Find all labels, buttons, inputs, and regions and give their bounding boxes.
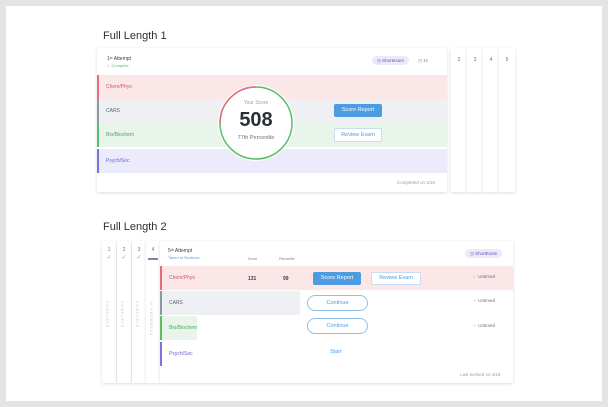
attempt-tab-3[interactable]: 3 <box>467 48 483 192</box>
last-worked-date: Last worked on 4/18 <box>460 372 501 377</box>
attempt-tab-status: COMPLETE <box>120 301 124 329</box>
review-exam-button[interactable]: Review Exam <box>334 128 382 142</box>
infinity-icon: ∞ <box>473 298 477 303</box>
check-icon: ✓ <box>106 255 112 261</box>
untimed-indicator: ∞ Untimed <box>473 323 495 328</box>
completed-date: Completed on 3/18 <box>397 180 436 185</box>
infinity-icon: ∞ <box>473 323 477 328</box>
attempt-label: 5ᵗʰ Attempt <box>168 248 193 254</box>
column-header-score: Score <box>248 257 258 261</box>
attempt-tab-status: COMPLETE <box>135 301 139 329</box>
start-button[interactable]: Start <box>330 349 342 355</box>
untimed-indicator: ∞ Untimed <box>473 274 495 279</box>
time-indicator: ◷ 1s <box>418 58 428 63</box>
check-icon: ✓ <box>136 255 142 261</box>
attempt-tab-number: 1 <box>107 247 111 253</box>
chem-score-value: 131 <box>248 276 257 282</box>
section-row-bio-biochem: Bio/Biochem <box>160 316 197 340</box>
attempt-tab-3[interactable]: 3 ✓ COMPLETE <box>132 241 146 383</box>
chem-percentile-value: 99 <box>283 276 289 282</box>
attempt-tab-status: COMPLETE <box>105 301 109 329</box>
score-report-button[interactable]: Score Report <box>313 272 361 285</box>
score-value: 508 <box>239 109 273 131</box>
score-report-button[interactable]: Score Report <box>334 104 382 117</box>
section-row-psych-soc: Psych/Soc <box>160 342 200 366</box>
attempt-tab-4[interactable]: 4 <box>483 48 499 192</box>
section-title-full-length-2: Full Length 2 <box>103 221 167 233</box>
attempt-label: 1ˢᵗ Attempt <box>107 56 131 62</box>
check-icon: ✓ <box>121 255 127 261</box>
attempt-tab-status: IN PROGRESS <box>149 301 153 337</box>
untimed-label: Untimed <box>478 298 495 303</box>
attempt-status: ✓ Complete <box>107 63 129 68</box>
score-ring: Your Score 508 77th Percentile <box>218 85 294 161</box>
attempt-tab-2[interactable]: 2 <box>451 48 467 192</box>
attempt-tab-number: 2 <box>122 247 126 253</box>
untimed-indicator: ∞ Untimed <box>473 298 495 303</box>
percentile-label: 77th Percentile <box>237 135 275 141</box>
full-length-2-card: 5ᵗʰ Attempt Taken in Sections Score Perc… <box>160 241 513 383</box>
attempt-tab-1[interactable]: 1 ✓ COMPLETE <box>102 241 116 383</box>
review-exam-button[interactable]: Review Exam <box>371 272 421 285</box>
attempt-tab-2[interactable]: 2 ✓ COMPLETE <box>117 241 131 383</box>
infinity-icon: ∞ <box>473 274 477 279</box>
progress-indicator <box>148 258 158 260</box>
attempt-tab-number: 3 <box>137 247 141 253</box>
section-title-full-length-1: Full Length 1 <box>103 30 167 42</box>
attempt-tab-4[interactable]: 4 IN PROGRESS <box>146 241 160 383</box>
attempt-tab-number: 4 <box>151 247 155 253</box>
untimed-label: Untimed <box>478 274 495 279</box>
score-label: Your Score <box>243 100 269 106</box>
shortexam-badge: ◷ ShortExam <box>465 249 503 258</box>
section-row-cars: CARS <box>160 291 300 315</box>
column-header-percentile: Percentile <box>279 257 295 261</box>
shortexam-badge: ◷ Shortexam <box>372 56 409 65</box>
continue-button-bio[interactable]: Continue <box>307 318 368 334</box>
attempt-tab-5[interactable]: 5 <box>499 48 515 192</box>
full-length-1-card: 1ˢᵗ Attempt ✓ Complete ◷ Shortexam ◷ 1s … <box>97 48 447 192</box>
attempt-status: Taken in Sections <box>168 255 200 260</box>
continue-button-cars[interactable]: Continue <box>307 295 368 311</box>
untimed-label: Untimed <box>478 323 495 328</box>
